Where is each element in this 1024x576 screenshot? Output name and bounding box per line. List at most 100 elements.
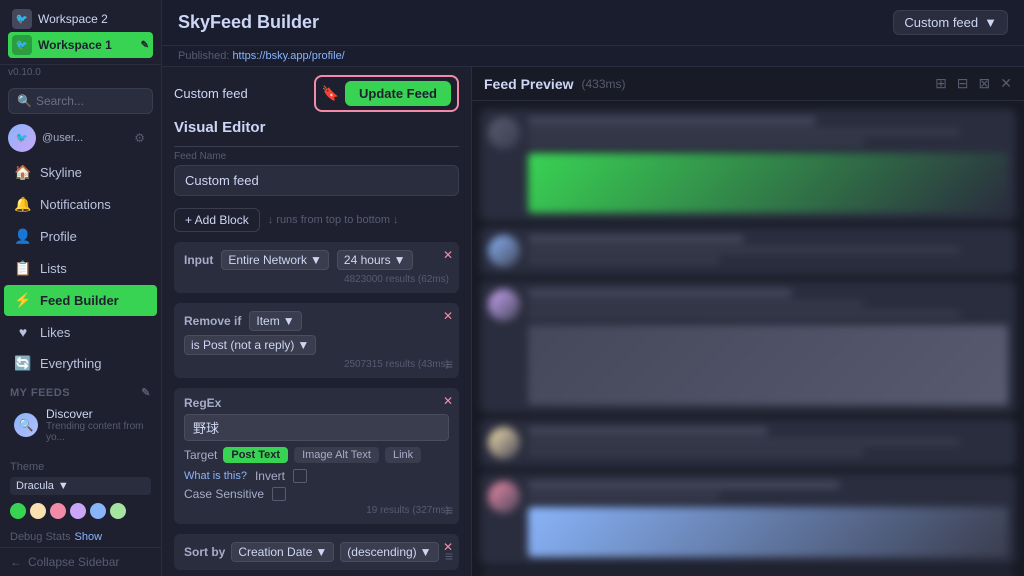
regex-input[interactable] bbox=[184, 414, 449, 441]
color-dot-blue[interactable] bbox=[90, 503, 106, 519]
input-block-results: 4823000 results (62ms) bbox=[184, 274, 449, 285]
add-block-button[interactable]: + Add Block bbox=[174, 208, 260, 232]
sidebar-item-feed-builder[interactable]: ⚡ Feed Builder bbox=[4, 285, 157, 316]
chevron-down-icon: ▼ bbox=[58, 480, 69, 492]
post-content bbox=[528, 427, 1008, 455]
main-header: SkyFeed Builder Custom feed ▼ bbox=[162, 0, 1024, 46]
target-image-alt-text-button[interactable]: Image Alt Text bbox=[294, 447, 379, 463]
color-dot-purple[interactable] bbox=[70, 503, 86, 519]
color-dot-red[interactable] bbox=[50, 503, 66, 519]
input-network-value: Entire Network bbox=[228, 253, 307, 267]
profile-icon: 👤 bbox=[14, 228, 32, 245]
preview-close-button[interactable]: ✕ bbox=[1000, 75, 1012, 92]
feed-name-input[interactable]: Custom feed bbox=[174, 165, 459, 196]
preview-pin-icon[interactable]: ⊠ bbox=[979, 75, 991, 92]
post-name-bar bbox=[528, 235, 744, 243]
remove-if-condition-select[interactable]: Item ▼ bbox=[249, 311, 301, 331]
preview-post bbox=[480, 281, 1016, 413]
color-dot-yellow[interactable] bbox=[30, 503, 46, 519]
collapse-sidebar-button[interactable]: ← Collapse Sidebar bbox=[0, 547, 161, 576]
debug-show-button[interactable]: Show bbox=[75, 531, 103, 543]
debug-stats: Debug Stats Show bbox=[0, 527, 161, 547]
settings-gear-icon[interactable]: ⚙ bbox=[126, 127, 153, 149]
sort-order-select[interactable]: (descending) ▼ bbox=[340, 542, 438, 562]
sidebar-item-likes[interactable]: ♥ Likes bbox=[4, 317, 157, 347]
left-panel: Custom feed 🔖 Update Feed Visual Editor … bbox=[162, 67, 472, 576]
post-image bbox=[528, 153, 1008, 213]
everything-label: Everything bbox=[40, 356, 101, 371]
color-dot-green[interactable] bbox=[10, 503, 26, 519]
my-feeds-edit-button[interactable]: ✎ bbox=[141, 386, 151, 399]
sidebar-item-profile[interactable]: 👤 Profile bbox=[4, 221, 157, 252]
feed-name-field: Feed Name Custom feed bbox=[174, 146, 459, 196]
app-title: SkyFeed Builder bbox=[178, 12, 319, 33]
post-avatar bbox=[488, 481, 520, 513]
theme-selector[interactable]: Dracula ▼ bbox=[10, 477, 151, 495]
color-dot-teal[interactable] bbox=[110, 503, 126, 519]
editor-area: Custom feed 🔖 Update Feed Visual Editor … bbox=[162, 67, 1024, 576]
input-time-select[interactable]: 24 hours ▼ bbox=[337, 250, 413, 270]
drag-handle-icon: ≡ bbox=[445, 356, 453, 372]
post-avatar bbox=[488, 235, 520, 267]
remove-if-value-select[interactable]: is Post (not a reply) ▼ bbox=[184, 335, 316, 355]
theme-label: Theme bbox=[10, 461, 151, 473]
color-palette bbox=[10, 501, 151, 521]
post-text-bar bbox=[528, 449, 864, 455]
post-text-bar bbox=[528, 439, 960, 445]
invert-label: Invert bbox=[255, 469, 285, 483]
main-content: SkyFeed Builder Custom feed ▼ Published:… bbox=[162, 0, 1024, 576]
feed-name: Discover bbox=[46, 407, 147, 421]
sidebar-item-lists[interactable]: 📋 Lists bbox=[4, 253, 157, 284]
sort-by-field-select[interactable]: Creation Date ▼ bbox=[231, 542, 334, 562]
case-sensitive-row: Case Sensitive bbox=[184, 487, 449, 501]
post-content bbox=[528, 289, 1008, 405]
search-icon: 🔍 bbox=[17, 94, 32, 108]
remove-if-block: ✕ Remove if Item ▼ is Post (not a reply)… bbox=[174, 303, 459, 378]
add-block-row: + Add Block ↓ runs from top to bottom ↓ bbox=[174, 208, 459, 232]
preview-post bbox=[480, 571, 1016, 576]
search-placeholder: Search... bbox=[36, 94, 84, 108]
post-name-bar bbox=[528, 481, 840, 489]
target-link-button[interactable]: Link bbox=[385, 447, 421, 463]
target-post-text-button[interactable]: Post Text bbox=[223, 447, 288, 463]
search-bar[interactable]: 🔍 Search... bbox=[8, 88, 153, 114]
post-content bbox=[528, 481, 1008, 557]
remove-if-results: 2507315 results (43ms) bbox=[184, 359, 449, 370]
post-name-bar bbox=[528, 427, 768, 435]
input-block-header: Input Entire Network ▼ 24 hours ▼ bbox=[184, 250, 449, 270]
sort-by-title: Sort by bbox=[184, 545, 225, 559]
sidebar-item-skyline[interactable]: 🏠 Skyline bbox=[4, 157, 157, 188]
published-link[interactable]: https://bsky.app/profile/ bbox=[232, 50, 344, 62]
workspace-2-item[interactable]: 🐦 Workspace 2 bbox=[8, 6, 153, 32]
invert-checkbox[interactable] bbox=[293, 469, 307, 483]
post-avatar bbox=[488, 117, 520, 149]
feed-item-discover[interactable]: 🔍 Discover Trending content from yo... bbox=[4, 402, 157, 448]
workspace-1-item[interactable]: 🐦 Workspace 1 ✎ bbox=[8, 32, 153, 58]
feed-selector-dropdown[interactable]: Custom feed ▼ bbox=[893, 10, 1008, 35]
collapse-arrow-icon: ← bbox=[10, 555, 22, 569]
sidebar-item-everything[interactable]: 🔄 Everything bbox=[4, 348, 157, 379]
remove-if-block-close-button[interactable]: ✕ bbox=[443, 309, 453, 323]
post-image bbox=[528, 325, 1008, 405]
avatar-row[interactable]: 🐦 @user... ⚙ bbox=[0, 120, 161, 156]
preview-post bbox=[480, 419, 1016, 467]
published-label: Published: bbox=[178, 50, 229, 62]
input-block-close-button[interactable]: ✕ bbox=[443, 248, 453, 262]
chevron-down-icon: ▼ bbox=[420, 545, 432, 559]
feed-name-inline: Custom feed bbox=[174, 86, 248, 101]
case-sensitive-checkbox[interactable] bbox=[272, 487, 286, 501]
target-label: Target bbox=[184, 448, 217, 462]
update-feed-button[interactable]: Update Feed bbox=[345, 81, 451, 106]
remove-if-value: is Post (not a reply) bbox=[191, 338, 294, 352]
sidebar-item-notifications[interactable]: 🔔 Notifications bbox=[4, 189, 157, 220]
input-network-select[interactable]: Entire Network ▼ bbox=[221, 250, 329, 270]
chevron-down-icon: ▼ bbox=[283, 314, 295, 328]
what-is-this-link[interactable]: What is this? bbox=[184, 470, 247, 482]
preview-settings-icon[interactable]: ⊟ bbox=[957, 75, 969, 92]
sort-by-field-value: Creation Date bbox=[238, 545, 312, 559]
post-text-bar bbox=[528, 139, 864, 145]
preview-grid-icon[interactable]: ⊞ bbox=[935, 75, 947, 92]
notifications-icon: 🔔 bbox=[14, 196, 32, 213]
everything-icon: 🔄 bbox=[14, 355, 32, 372]
regex-block-close-button[interactable]: ✕ bbox=[443, 394, 453, 408]
